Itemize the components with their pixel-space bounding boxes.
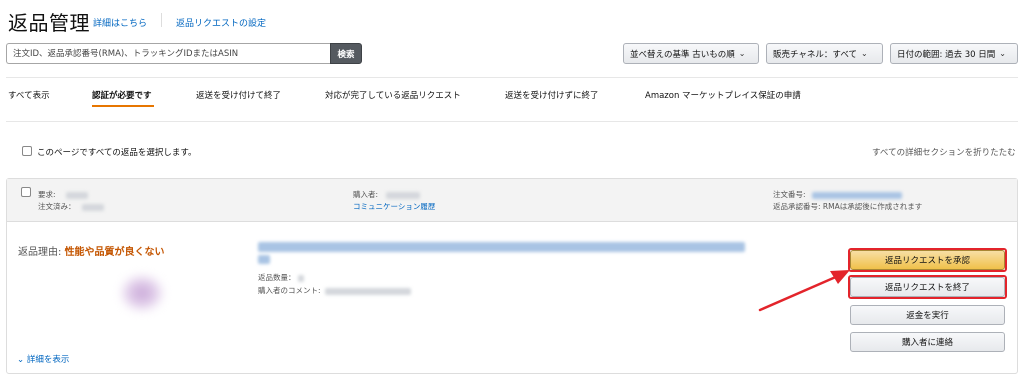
- tabs-bottom-divider: [6, 121, 1018, 122]
- show-details-label: 詳細を表示: [26, 355, 70, 365]
- channel-dropdown-label: 販売チャネル：すべて: [773, 49, 857, 60]
- order-number-label: 注文番号:: [773, 190, 806, 199]
- date-range-dropdown[interactable]: 日付の範囲: 過去 30 日間 ⌄: [890, 43, 1018, 64]
- header-divider: [161, 13, 162, 27]
- buyer-row: 購入者:: [353, 189, 421, 200]
- order-number-redacted[interactable]: [811, 191, 902, 199]
- date-range-dropdown-label: 日付の範囲: 過去 30 日間: [897, 49, 996, 60]
- select-all-label: このページですべての返品を選択します。: [37, 148, 197, 158]
- page-title: 返品管理: [8, 11, 90, 35]
- channel-dropdown[interactable]: 販売チャネル：すべて ⌄: [766, 43, 883, 64]
- rma-label: 返品承認番号:: [773, 202, 821, 211]
- chevron-down-icon: ⌄: [860, 49, 868, 58]
- return-settings-link[interactable]: 返品リクエストの設定: [176, 16, 266, 29]
- annotation-arrow-icon: [758, 270, 850, 312]
- request-date-redacted: [65, 191, 88, 199]
- rma-row: 返品承認番号: RMAは承認後に作成されます: [773, 201, 922, 212]
- contact-buyer-button[interactable]: 購入者に連絡: [850, 332, 1005, 352]
- product-image[interactable]: [100, 262, 190, 324]
- show-details-link[interactable]: ⌄ 詳細を表示: [17, 353, 69, 365]
- chevron-down-icon: ⌄: [738, 49, 746, 58]
- active-tab-indicator: [92, 105, 154, 107]
- return-quantity-row: 返品数量：: [258, 272, 304, 283]
- return-reason: 返品理由: 性能や品質が良くない: [18, 243, 165, 258]
- product-title-redacted[interactable]: [258, 242, 745, 252]
- search-button[interactable]: 検索: [330, 43, 362, 64]
- close-return-button[interactable]: 返品リクエストを終了: [850, 277, 1005, 297]
- tab-completed[interactable]: 対応が完了している返品リクエスト: [325, 89, 461, 101]
- buyer-comment-redacted: [324, 287, 411, 295]
- select-all-checkbox[interactable]: [22, 146, 32, 156]
- search-input[interactable]: [6, 43, 331, 64]
- order-number-row: 注文番号:: [773, 189, 902, 200]
- request-label: 要求:: [38, 190, 56, 199]
- request-date-row: 要求:: [38, 189, 88, 200]
- chevron-down-icon: ⌄: [999, 49, 1006, 58]
- collapse-all-link[interactable]: すべての詳細セクションを折りたたむ: [872, 146, 1016, 158]
- learn-more-link[interactable]: 詳細はこちら: [93, 16, 147, 29]
- tabs-top-divider: [6, 77, 1018, 78]
- sort-dropdown-label: 並べ替えの基準 古いもの順: [630, 49, 735, 60]
- quantity-label: 返品数量：: [258, 273, 296, 282]
- tab-a-to-z-claims[interactable]: Amazon マーケットプレイス保証の申請: [645, 89, 801, 101]
- product-title-redacted-cont[interactable]: [258, 255, 270, 264]
- return-reason-label: 返品理由:: [18, 247, 62, 258]
- contact-history-link[interactable]: コミュニケーション履歴: [353, 201, 435, 212]
- quantity-redacted: [297, 274, 304, 282]
- rma-value: RMAは承認後に作成されます: [822, 202, 923, 211]
- ordered-label: 注文済み：: [38, 202, 76, 211]
- row-checkbox[interactable]: [21, 187, 31, 197]
- tab-approval-required[interactable]: 認証が必要です: [92, 89, 152, 101]
- approve-return-button[interactable]: 返品リクエストを承認: [850, 250, 1005, 270]
- sort-dropdown[interactable]: 並べ替えの基準 古いもの順 ⌄: [623, 43, 759, 64]
- order-date-redacted: [81, 203, 104, 211]
- tab-closed-without-return[interactable]: 返送を受け付けずに終了: [505, 89, 599, 101]
- buyer-name-redacted: [386, 191, 421, 199]
- buyer-comment-label: 購入者のコメント:: [258, 286, 321, 295]
- buyer-comment-row: 購入者のコメント:: [258, 285, 411, 296]
- chevron-down-icon: ⌄: [17, 355, 25, 365]
- tab-closed-with-return[interactable]: 返送を受け付けて終了: [196, 89, 281, 101]
- return-reason-value: 性能や品質が良くない: [64, 247, 165, 258]
- buyer-label: 購入者:: [353, 190, 379, 199]
- issue-refund-button[interactable]: 返金を実行: [850, 305, 1005, 325]
- tab-all[interactable]: すべて表示: [8, 89, 50, 101]
- order-date-row: 注文済み：: [38, 201, 104, 212]
